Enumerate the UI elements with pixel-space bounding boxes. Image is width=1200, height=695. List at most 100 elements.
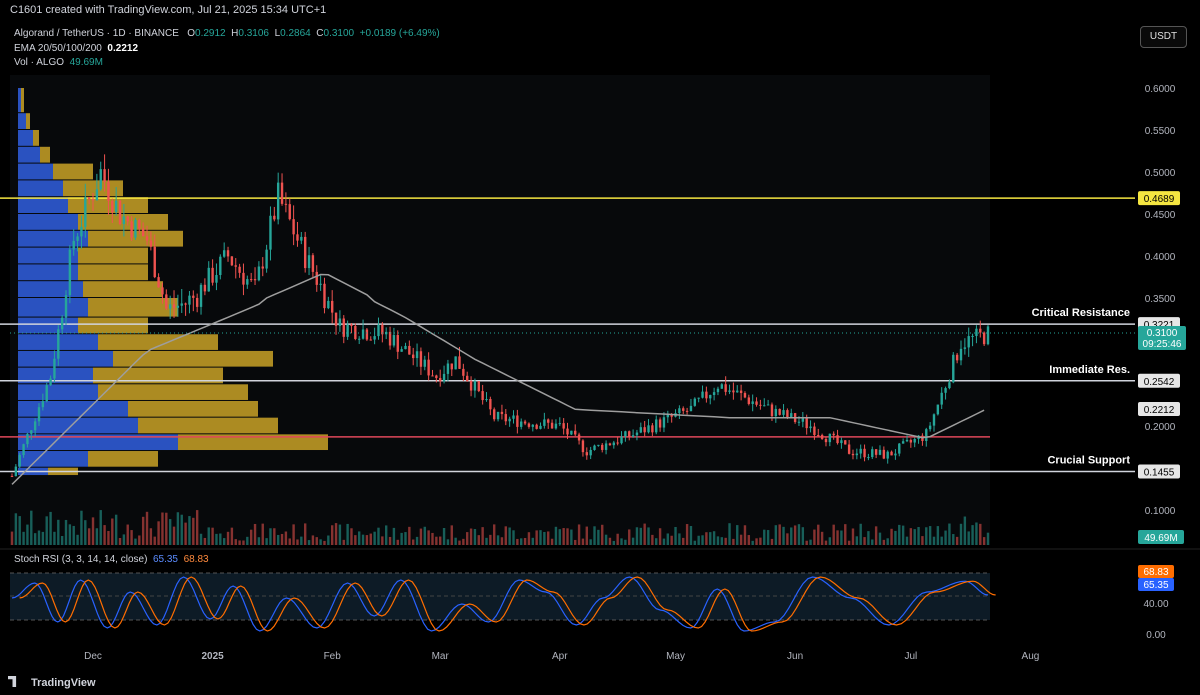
volume-bar xyxy=(249,529,253,545)
volume-bar xyxy=(820,531,824,545)
volume-bar xyxy=(396,539,399,545)
volume-bar xyxy=(435,536,438,545)
candle-body xyxy=(840,440,843,444)
profile-buy-bar xyxy=(18,317,78,334)
profile-buy-bar xyxy=(18,146,40,163)
volume-bar xyxy=(905,536,909,545)
candle-body xyxy=(485,398,488,401)
candle-body xyxy=(68,249,72,296)
volume-bar xyxy=(369,533,372,545)
profile-sell-bar xyxy=(78,317,148,334)
candle-body xyxy=(76,236,79,241)
tradingview-logo[interactable]: TradingView xyxy=(8,676,96,689)
volume-bar xyxy=(18,516,21,545)
candle-body xyxy=(265,249,268,269)
volume-bar xyxy=(60,536,64,545)
candle-body xyxy=(481,391,484,401)
volume-bar xyxy=(64,519,68,545)
candle-body xyxy=(238,266,241,273)
volume-bar xyxy=(739,534,743,545)
volume-bar xyxy=(782,526,785,545)
candle-body xyxy=(269,215,272,250)
volume-legend[interactable]: Vol · ALGO 49.69M xyxy=(14,57,103,68)
volume-bar xyxy=(697,535,700,545)
volume-bar xyxy=(334,523,338,545)
volume-bar xyxy=(215,533,218,545)
volume-bar xyxy=(180,514,183,545)
volume-bar xyxy=(122,534,126,545)
volume-bar xyxy=(651,534,654,545)
volume-bar xyxy=(141,516,145,545)
candle-body xyxy=(26,433,29,445)
candle-body xyxy=(589,449,592,456)
volume-bar xyxy=(114,514,118,545)
candle-body xyxy=(107,181,110,201)
candle-body xyxy=(288,204,291,220)
volume-bar xyxy=(913,529,916,545)
candle-body xyxy=(404,345,407,350)
volume-bar xyxy=(882,539,886,545)
volume-bar xyxy=(894,530,897,545)
candle-body xyxy=(558,423,561,425)
volume-bar xyxy=(57,519,60,545)
stoch-rsi-legend[interactable]: Stoch RSI (3, 3, 14, 14, close) 65.35 68… xyxy=(14,554,209,565)
candle-body xyxy=(732,390,735,393)
volume-bar xyxy=(53,531,56,545)
volume-bar xyxy=(639,527,643,545)
volume-bar xyxy=(597,529,600,545)
volume-bar xyxy=(284,531,288,545)
volume-bar xyxy=(847,540,851,545)
volume-bar xyxy=(246,536,249,545)
candle-body xyxy=(851,453,855,456)
candle-body xyxy=(439,378,442,382)
candle-body xyxy=(157,277,160,288)
candle-body xyxy=(809,426,812,429)
ema-legend[interactable]: EMA 20/50/100/200 0.2212 xyxy=(14,43,138,54)
candle-body xyxy=(562,423,565,429)
candle-body xyxy=(882,449,886,459)
candle-body xyxy=(878,449,882,455)
level-price-tag-text: 0.1455 xyxy=(1144,467,1175,478)
candle-body xyxy=(419,351,423,367)
candle-body xyxy=(975,328,978,336)
time-tick-label: Feb xyxy=(324,651,342,662)
volume-bar xyxy=(111,518,114,545)
volume-bar xyxy=(30,510,33,545)
volume-bar xyxy=(593,526,596,545)
volume-bar xyxy=(253,523,257,545)
candle-body xyxy=(195,297,199,307)
candle-body xyxy=(18,455,21,467)
volume-bar xyxy=(489,534,492,545)
profile-sell-bar xyxy=(33,130,39,146)
volume-bar xyxy=(628,529,631,545)
volume-bar xyxy=(886,538,889,545)
volume-bar xyxy=(955,536,959,545)
volume-bar xyxy=(971,525,974,545)
candle-body xyxy=(284,203,288,205)
volume-bar xyxy=(176,512,180,545)
volume-bar xyxy=(658,528,662,545)
volume-bar xyxy=(130,530,133,545)
candle-body xyxy=(330,300,334,313)
volume-bar xyxy=(543,531,546,545)
profile-buy-bar xyxy=(18,400,128,417)
volume-bar xyxy=(138,535,141,545)
candle-body xyxy=(867,457,870,459)
volume-bar xyxy=(967,531,970,545)
candle-body xyxy=(550,422,554,429)
volume-bar xyxy=(793,525,797,545)
profile-buy-bar xyxy=(18,298,88,317)
level-price-tag-text: 0.4689 xyxy=(1144,194,1175,205)
time-tick-label: Jul xyxy=(904,651,917,662)
volume-bar xyxy=(917,527,920,545)
currency-button[interactable]: USDT xyxy=(1140,26,1187,48)
candle-body xyxy=(477,381,480,392)
volume-bar xyxy=(427,530,430,545)
candle-body xyxy=(747,397,751,404)
candle-body xyxy=(323,283,326,309)
volume-bar xyxy=(296,539,299,545)
volume-bar xyxy=(770,538,774,545)
volume-bar xyxy=(458,540,461,545)
candle-body xyxy=(574,430,577,435)
volume-bar xyxy=(207,527,210,545)
